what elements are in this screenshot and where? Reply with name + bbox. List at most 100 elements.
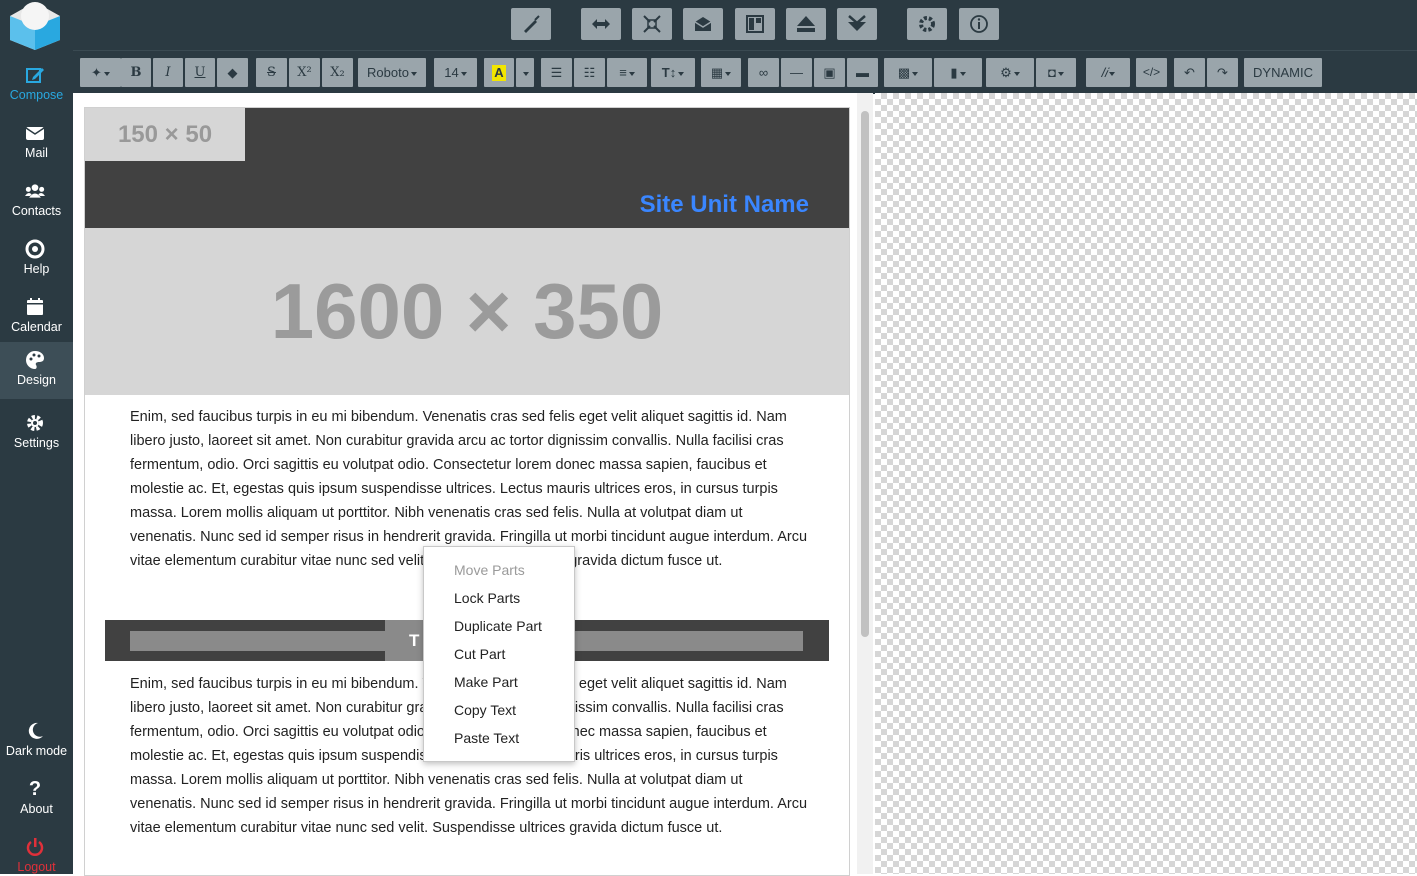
arrows-horizontal-icon [592, 19, 610, 29]
sidebar-item-label: Logout [17, 860, 56, 874]
image-button[interactable]: ▣ [814, 58, 845, 87]
format-toolbar: ✦ B I U ◆ S X² X₂ Roboto 14 A ☰ ☷ ≡ T↕ ▦… [73, 50, 1417, 94]
logo-placeholder[interactable]: 150 × 50 [85, 108, 245, 161]
sidebar-item-label: Contacts [11, 204, 62, 218]
strikethrough-button[interactable]: S [256, 58, 287, 87]
italic-button[interactable]: I [153, 58, 183, 87]
sidebar-item-label: Settings [13, 436, 60, 450]
sidebar-item-label: Calendar [11, 320, 62, 334]
brush-icon [524, 15, 540, 33]
calendar-icon [27, 298, 43, 315]
link-icon: ∞ [758, 65, 769, 80]
image-options-button[interactable]: ▩ [884, 58, 932, 87]
italic-field-icon: 𝑙𝑖 [1100, 65, 1108, 80]
eraser-button[interactable]: ◆ [217, 58, 248, 87]
palette-icon [26, 351, 44, 369]
hr-icon: — [790, 65, 803, 80]
compress-button[interactable] [632, 8, 672, 40]
underline-icon: U [194, 65, 206, 80]
sidebar-item-help[interactable]: Help [0, 231, 73, 288]
eraser-icon: ◆ [227, 65, 238, 80]
sidebar-item-label: Dark mode [5, 744, 68, 758]
sidebar-item-design[interactable]: Design [0, 342, 73, 399]
top-toolbar [73, 0, 1417, 50]
info-icon [970, 15, 988, 33]
video-button[interactable]: ▬ [847, 58, 878, 87]
move-top-button[interactable] [786, 8, 826, 40]
bold-button[interactable]: B [121, 58, 151, 87]
numbered-list-button[interactable]: ☷ [574, 58, 605, 87]
superscript-button[interactable]: X² [289, 58, 320, 87]
mail-open-icon [694, 17, 712, 31]
context-menu: Move Parts Lock Parts Duplicate Part Cut… [423, 546, 575, 762]
scrollbar-thumb[interactable] [861, 111, 869, 637]
align-button[interactable]: ≡ [607, 58, 647, 87]
table-button[interactable]: ▦ [701, 58, 741, 87]
layout-icon [746, 15, 764, 33]
horizontal-rule-button[interactable]: — [781, 58, 812, 87]
moon-icon [28, 722, 43, 739]
bullet-list-button[interactable]: ☰ [541, 58, 572, 87]
undo-button[interactable]: ↶ [1174, 58, 1205, 87]
expand-width-button[interactable] [581, 8, 621, 40]
editor-scrollbar[interactable] [857, 93, 873, 874]
text-color-dropdown[interactable] [516, 58, 534, 87]
magic-wand-icon: ✦ [91, 65, 102, 80]
bold-icon: B [130, 65, 142, 80]
font-size-select[interactable]: 14 [434, 58, 477, 87]
menu-item-paste-text[interactable]: Paste Text [454, 730, 519, 746]
code-icon: </> [1142, 65, 1161, 79]
menu-item-duplicate-part[interactable]: Duplicate Part [454, 618, 542, 634]
video-icon: ▬ [856, 65, 869, 80]
sidebar-item-label: Mail [25, 146, 48, 160]
brush-button[interactable] [511, 8, 551, 40]
align-icon: ≡ [619, 65, 627, 80]
sidebar-item-contacts[interactable]: Contacts [0, 173, 73, 230]
superscript-icon: X² [297, 65, 312, 80]
logout-button[interactable]: Logout [0, 829, 73, 874]
custom-field-button[interactable]: 𝑙𝑖 [1086, 58, 1130, 87]
layout-button[interactable] [735, 8, 775, 40]
menu-item-lock-parts[interactable]: Lock Parts [454, 590, 520, 606]
inbox-button[interactable] [683, 8, 723, 40]
text-size-icon: T↕ [661, 65, 677, 80]
info-button[interactable] [959, 8, 999, 40]
image-options-icon: ▩ [897, 65, 911, 80]
site-unit-name[interactable]: Site Unit Name [640, 191, 809, 219]
preview-background [875, 93, 1417, 874]
redo-button[interactable]: ↷ [1207, 58, 1238, 87]
move-bottom-button[interactable] [837, 8, 877, 40]
sidebar-item-mail[interactable]: Mail [0, 115, 73, 172]
menu-item-move-parts: Move Parts [454, 562, 525, 578]
menu-item-make-part[interactable]: Make Part [454, 674, 518, 690]
menu-item-copy-text[interactable]: Copy Text [454, 702, 516, 718]
link-button[interactable]: ∞ [748, 58, 779, 87]
sidebar-item-calendar[interactable]: Calendar [0, 289, 73, 346]
sidebar-item-about[interactable]: ? About [0, 771, 73, 828]
strikethrough-icon: S [267, 65, 276, 80]
source-code-button[interactable]: </> [1136, 58, 1167, 87]
power-icon [26, 838, 44, 856]
text-color-button[interactable]: A [484, 58, 514, 87]
file-options-button[interactable]: ▮ [934, 58, 982, 87]
gear-icon [27, 415, 43, 431]
tag-button[interactable]: ◘ [1036, 58, 1076, 87]
arrow-down-icon [848, 15, 866, 31]
menu-item-cut-part[interactable]: Cut Part [454, 646, 505, 662]
arrow-up-icon [797, 16, 815, 32]
text-size-button[interactable]: T↕ [651, 58, 695, 87]
settings-button[interactable] [907, 8, 947, 40]
underline-button[interactable]: U [185, 58, 215, 87]
dynamic-button[interactable]: DYNAMIC [1244, 58, 1322, 87]
image-icon: ▣ [823, 65, 836, 80]
sidebar-item-label: Compose [9, 88, 64, 102]
email-header[interactable]: 150 × 50 Site Unit Name [85, 108, 849, 228]
font-family-select[interactable]: Roboto [358, 58, 426, 87]
sidebar-item-compose[interactable]: Compose [0, 57, 73, 114]
subscript-button[interactable]: X₂ [322, 58, 353, 87]
cogs-button[interactable]: ⚙ [986, 58, 1034, 87]
hero-image-placeholder[interactable]: 1600 × 350 [85, 228, 849, 395]
dark-mode-toggle[interactable]: Dark mode [0, 713, 73, 770]
sidebar-item-settings[interactable]: Settings [0, 405, 73, 462]
magic-wand-button[interactable]: ✦ [80, 58, 121, 87]
